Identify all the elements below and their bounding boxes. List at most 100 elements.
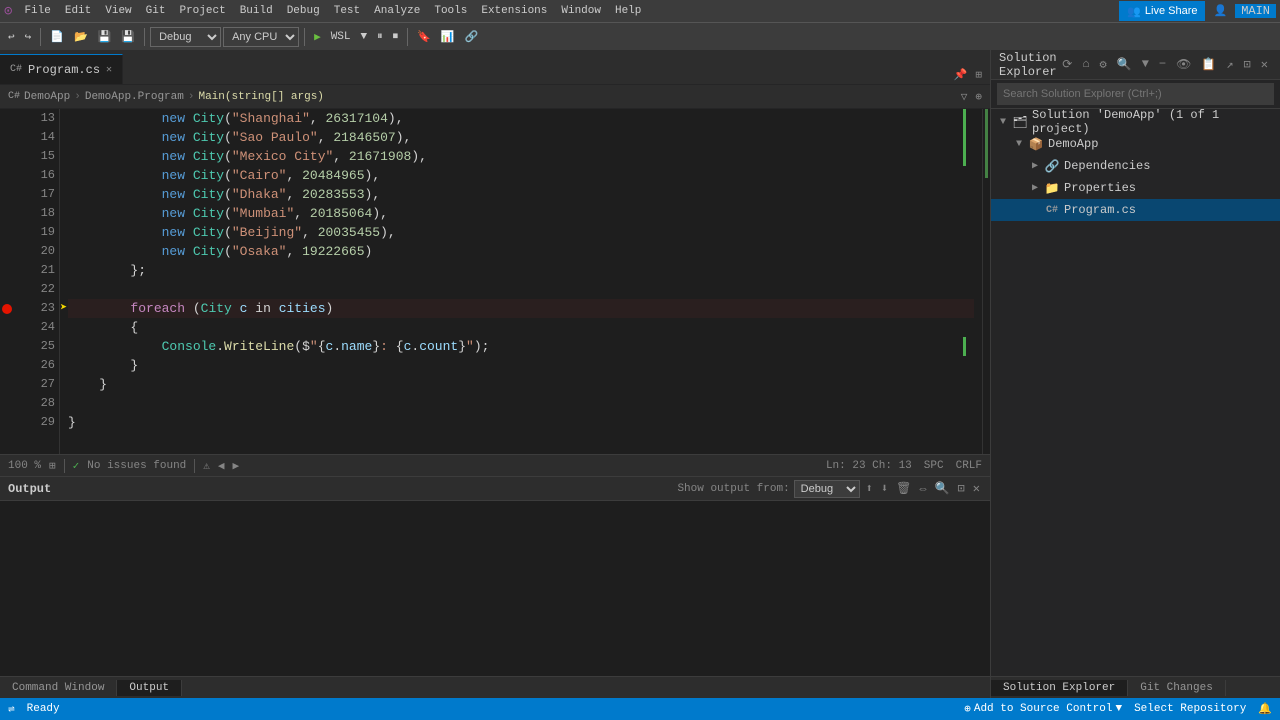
menu-git[interactable]: Git xyxy=(140,3,172,19)
code-text-area[interactable]: new City("Shanghai", 26317104), new City… xyxy=(60,109,990,432)
tab-git-changes[interactable]: Git Changes xyxy=(1128,680,1226,696)
issues-count[interactable]: No issues found xyxy=(87,460,186,472)
redo-icon[interactable]: ↪ xyxy=(21,28,36,46)
menu-project[interactable]: Project xyxy=(173,3,231,19)
output-scroll-bottom-icon[interactable]: ⬇ xyxy=(879,481,890,496)
code-editor[interactable]: 13 14 15 16 17 18 19 20 21 22 23 24 25 2… xyxy=(0,109,990,454)
breadcrumb-method[interactable]: Main(string[] args) xyxy=(198,91,323,103)
start-debug-icon[interactable]: ▶ xyxy=(310,28,325,46)
split-editor-icon[interactable]: ⊞ xyxy=(971,66,986,84)
vs-icon[interactable]: ⊙ xyxy=(4,3,12,20)
fit-icon[interactable]: ⊞ xyxy=(49,459,56,473)
output-clear-icon[interactable]: 🗑 xyxy=(894,481,913,496)
tab-solution-explorer-bottom[interactable]: Solution Explorer xyxy=(991,680,1128,696)
se-show-all-icon[interactable]: 👁 xyxy=(1172,55,1195,74)
stop-icon[interactable]: ⏹ xyxy=(389,29,403,45)
menu-analyze[interactable]: Analyze xyxy=(368,3,426,19)
output-source-dropdown[interactable]: Debug Build General xyxy=(794,480,860,498)
bookmark-icon[interactable]: 🔖 xyxy=(413,28,435,46)
se-expand-icon[interactable]: ⊡ xyxy=(1240,55,1255,74)
solution-expand-icon[interactable]: ▼ xyxy=(995,117,1011,128)
solution-label: Solution 'DemoApp' (1 of 1 project) xyxy=(1032,109,1276,136)
attach-icon[interactable]: 🔗 xyxy=(461,28,483,46)
zoom-level[interactable]: 100 % xyxy=(8,460,41,472)
se-settings-icon[interactable]: ⚙ xyxy=(1096,55,1111,74)
minimap-scrollbar[interactable] xyxy=(982,109,990,454)
collapse-icon[interactable]: ▽ xyxy=(961,90,968,104)
debug-config-dropdown[interactable]: Debug Release xyxy=(150,27,221,47)
programcs-icon: C# xyxy=(1043,205,1061,216)
cs-file-icon: C# xyxy=(10,64,22,75)
tree-item-solution[interactable]: ▼ 🗂 Solution 'DemoApp' (1 of 1 project) xyxy=(991,111,1280,133)
properties-expand-icon[interactable]: ▶ xyxy=(1027,182,1043,194)
add-panel-icon[interactable]: ⊕ xyxy=(975,90,982,104)
tab-command-window[interactable]: Command Window xyxy=(0,680,117,696)
se-search-input[interactable] xyxy=(997,83,1274,105)
tree-item-properties[interactable]: ▶ 📁 Properties xyxy=(991,177,1280,199)
se-search-icon[interactable]: 🔍 xyxy=(1113,55,1136,74)
nav-right-icon[interactable]: ▶ xyxy=(233,459,240,473)
tab-close-icon[interactable]: ✕ xyxy=(106,64,112,76)
ready-label: Ready xyxy=(27,703,60,715)
code-line-13: new City("Shanghai", 26317104), xyxy=(68,109,974,128)
menu-view[interactable]: View xyxy=(99,3,137,19)
undo-icon[interactable]: ↩ xyxy=(4,28,19,46)
project-expand-icon[interactable]: ▼ xyxy=(1011,139,1027,150)
menu-help[interactable]: Help xyxy=(609,3,647,19)
menu-test[interactable]: Test xyxy=(328,3,366,19)
performance-icon[interactable]: 📊 xyxy=(437,28,459,46)
source-control-dropdown-icon: ▼ xyxy=(1115,703,1122,715)
start-dropdown-icon[interactable]: ▼ xyxy=(357,29,372,45)
tree-item-programcs[interactable]: ▶ C# Program.cs xyxy=(991,199,1280,221)
programcs-no-expand: ▶ xyxy=(1027,204,1043,216)
output-expand-icon[interactable]: ⊡ xyxy=(956,481,967,496)
add-source-control-item[interactable]: ⊕ Add to Source Control ▼ xyxy=(964,702,1122,716)
git-status[interactable]: Ready xyxy=(27,703,60,715)
open-file-icon[interactable]: 📂 xyxy=(70,28,92,46)
output-find-icon[interactable]: 🔍 xyxy=(933,481,952,496)
se-sync-icon[interactable]: ⟳ xyxy=(1058,55,1076,74)
se-collapse-icon[interactable]: − xyxy=(1155,55,1170,74)
menu-edit[interactable]: Edit xyxy=(59,3,97,19)
new-file-icon[interactable]: 📄 xyxy=(46,28,68,46)
show-output-label: Show output from: xyxy=(677,483,789,495)
menu-window[interactable]: Window xyxy=(555,3,607,19)
warning-icon[interactable]: ⚠ xyxy=(203,459,210,473)
code-lines[interactable]: new City("Shanghai", 26317104), new City… xyxy=(60,109,990,454)
live-share-button[interactable]: 👥 Live Share xyxy=(1119,1,1205,21)
save-all-icon[interactable]: 💾 xyxy=(117,28,139,46)
user-icon[interactable]: 👤 xyxy=(1207,4,1233,18)
menu-file[interactable]: File xyxy=(18,3,56,19)
output-close-icon[interactable]: ✕ xyxy=(971,481,982,496)
remote-indicator[interactable]: ⇌ xyxy=(8,702,15,716)
pin-icon[interactable]: 📌 xyxy=(950,66,972,84)
se-preview-icon[interactable]: ↗ xyxy=(1222,55,1237,74)
notification-icon[interactable]: 🔔 xyxy=(1258,702,1272,716)
pause-icon[interactable]: ⏸ xyxy=(373,29,387,45)
breadcrumb-sep-1: › xyxy=(74,91,81,103)
se-close-icon[interactable]: ✕ xyxy=(1257,55,1272,74)
output-wrap-icon[interactable]: ⇔ xyxy=(917,482,928,496)
output-scroll-top-icon[interactable]: ⬆ xyxy=(864,481,875,496)
menu-build[interactable]: Build xyxy=(234,3,279,19)
se-home-icon[interactable]: ⌂ xyxy=(1078,55,1093,74)
menu-tools[interactable]: Tools xyxy=(428,3,473,19)
sep xyxy=(64,459,65,473)
menu-extensions[interactable]: Extensions xyxy=(475,3,553,19)
se-properties-icon[interactable]: 📋 xyxy=(1197,55,1220,74)
tab-output[interactable]: Output xyxy=(117,680,182,696)
breadcrumb-class[interactable]: DemoApp.Program xyxy=(85,91,184,103)
code-line-20: new City("Osaka", 19222665) xyxy=(68,242,974,261)
tree-item-demoapp[interactable]: ▼ 📦 DemoApp xyxy=(991,133,1280,155)
tab-bar: C# Program.cs ✕ 📌 ⊞ xyxy=(0,50,990,85)
se-filter-icon[interactable]: ▼ xyxy=(1138,55,1153,74)
dependencies-expand-icon[interactable]: ▶ xyxy=(1027,160,1043,172)
breadcrumb-project[interactable]: DemoApp xyxy=(24,91,70,103)
menu-debug[interactable]: Debug xyxy=(281,3,326,19)
tree-item-dependencies[interactable]: ▶ 🔗 Dependencies xyxy=(991,155,1280,177)
platform-dropdown[interactable]: Any CPU x64 x86 xyxy=(223,27,299,47)
tab-program-cs[interactable]: C# Program.cs ✕ xyxy=(0,54,123,84)
select-repository-item[interactable]: Select Repository xyxy=(1134,703,1246,715)
save-icon[interactable]: 💾 xyxy=(94,28,116,46)
nav-left-icon[interactable]: ◀ xyxy=(218,459,225,473)
